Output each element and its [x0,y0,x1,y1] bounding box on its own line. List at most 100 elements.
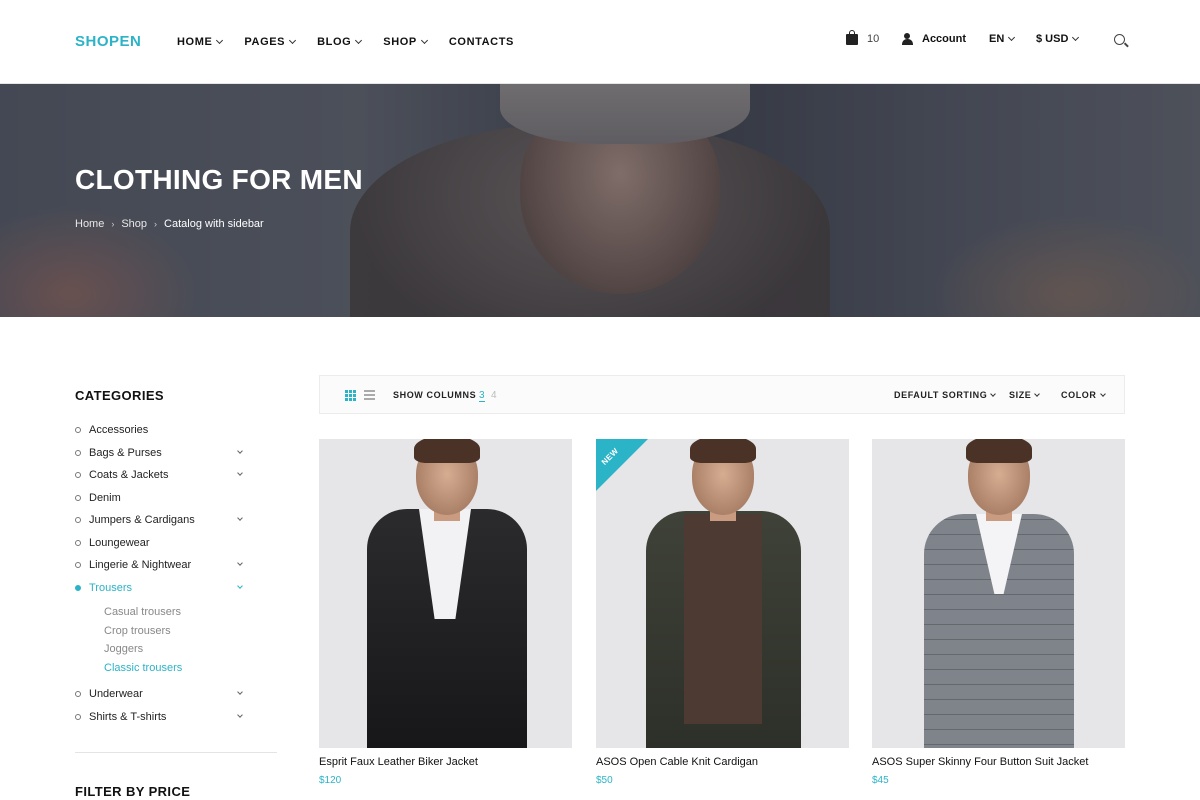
language-select[interactable]: EN [989,33,1016,45]
chevron-down-icon [1099,390,1106,397]
product-name[interactable]: ASOS Open Cable Knit Cardigan [596,756,758,768]
chevron-down-icon[interactable] [237,470,243,476]
category-item[interactable]: Lingerie & Nightwear [75,554,250,577]
bullet-icon [75,539,81,546]
product-name[interactable]: ASOS Super Skinny Four Button Suit Jacke… [872,756,1088,768]
hero-overlay [0,84,1200,317]
shopping-bag-icon [846,29,858,45]
nav-pages-label: PAGES [244,36,286,48]
search-icon[interactable] [1114,34,1125,45]
chevron-right-icon: › [111,219,115,229]
sorting-dropdown[interactable]: DEFAULT SORTING [894,390,997,400]
bullet-icon [75,494,81,501]
currency-select[interactable]: $ USD [1036,33,1080,45]
subcategory-item-active[interactable]: Classic trousers [104,659,250,678]
breadcrumb-current: Catalog with sidebar [164,218,264,230]
page-title: CLOTHING FOR MEN [75,164,363,195]
color-dropdown[interactable]: COLOR [1061,390,1106,400]
filter-by-price-title: FILTER BY PRICE [75,784,191,799]
size-label: SIZE [1009,390,1032,400]
bullet-icon [75,427,81,434]
category-item[interactable]: Bags & Purses [75,442,250,465]
product-name[interactable]: Esprit Faux Leather Biker Jacket [319,756,478,768]
main-nav: HOME PAGES BLOG SHOP CONTACTS [177,36,536,48]
size-dropdown[interactable]: SIZE [1009,390,1041,400]
chevron-down-icon [289,36,297,45]
catalog-toolbar: SHOW COLUMNS 3 4 DEFAULT SORTING SIZE CO… [319,375,1125,414]
category-label: Bags & Purses [89,446,162,459]
account-button[interactable]: Account [902,33,966,45]
list-view-icon[interactable] [364,390,375,401]
nav-home[interactable]: HOME [177,36,224,48]
product-price: $120 [319,775,342,786]
product-price: $50 [596,775,613,786]
product-price: $45 [872,775,889,786]
breadcrumb-home[interactable]: Home [75,218,104,230]
category-item-active[interactable]: Trousers [75,577,250,600]
nav-contacts[interactable]: CONTACTS [449,36,514,48]
site-logo[interactable]: SHOPEN [75,33,141,50]
category-item[interactable]: Denim [75,487,250,510]
chevron-down-icon [355,36,363,45]
nav-blog-label: BLOG [317,36,352,48]
color-label: COLOR [1061,390,1097,400]
hero-banner: CLOTHING FOR MEN Home › Shop › Catalog w… [0,84,1200,317]
bullet-icon [75,584,81,591]
category-label: Lingerie & Nightwear [89,559,192,572]
columns-option-3[interactable]: 3 [479,390,485,402]
nav-pages[interactable]: PAGES [244,36,297,48]
category-item[interactable]: Underwear [75,683,250,706]
bullet-icon [75,517,81,524]
nav-shop[interactable]: SHOP [383,36,428,48]
chevron-down-icon[interactable] [237,515,243,521]
chevron-right-icon: › [154,219,158,229]
language-label: EN [989,33,1005,45]
chevron-down-icon[interactable] [237,447,243,454]
grid-view-icon[interactable] [345,390,356,401]
category-label: Jumpers & Cardigans [89,514,195,527]
sidebar-divider [75,752,277,753]
nav-blog[interactable]: BLOG [317,36,363,48]
categories-title: CATEGORIES [75,388,164,403]
product-image[interactable]: NEW [596,439,849,748]
subcategory-item[interactable]: Casual trousers [104,603,250,622]
category-label: Trousers [89,581,132,594]
subcategory-item[interactable]: Joggers [104,640,250,659]
chevron-down-icon[interactable] [237,560,243,566]
product-card[interactable]: Esprit Faux Leather Biker Jacket $120 [319,439,572,786]
cart-count: 10 [867,33,880,45]
category-label: Underwear [89,688,143,701]
chevron-down-icon[interactable] [237,582,243,589]
chevron-down-icon [990,390,997,397]
nav-home-label: HOME [177,36,213,48]
sorting-label: DEFAULT SORTING [894,390,988,400]
category-label: Coats & Jackets [89,469,169,482]
chevron-down-icon[interactable] [237,711,243,718]
chevron-down-icon[interactable] [237,689,243,695]
product-image[interactable] [319,439,572,748]
breadcrumb: Home › Shop › Catalog with sidebar [75,218,264,230]
product-image[interactable] [872,439,1125,748]
category-item[interactable]: Jumpers & Cardigans [75,509,250,532]
category-label: Shirts & T-shirts [89,710,167,723]
account-label: Account [922,33,966,45]
category-item[interactable]: Shirts & T-shirts [75,706,250,729]
chevron-down-icon [1072,33,1080,42]
columns-option-4[interactable]: 4 [491,390,497,401]
chevron-down-icon [216,36,224,45]
breadcrumb-shop[interactable]: Shop [121,218,147,230]
currency-label: $ USD [1036,33,1069,45]
category-label: Denim [89,491,121,504]
category-item[interactable]: Loungewear [75,532,250,555]
category-item[interactable]: Coats & Jackets [75,464,250,487]
category-list: Accessories Bags & Purses Coats & Jacket… [75,419,250,728]
category-item[interactable]: Accessories [75,419,250,442]
subcategory-item[interactable]: Crop trousers [104,622,250,641]
bullet-icon [75,449,81,456]
cart-button[interactable]: 10 [846,29,880,45]
category-label: Loungewear [89,536,150,549]
product-card[interactable]: ASOS Super Skinny Four Button Suit Jacke… [872,439,1125,786]
chevron-down-icon [1008,33,1016,42]
nav-shop-label: SHOP [383,36,417,48]
product-card[interactable]: NEW ASOS Open Cable Knit Cardigan $50 [596,439,849,786]
